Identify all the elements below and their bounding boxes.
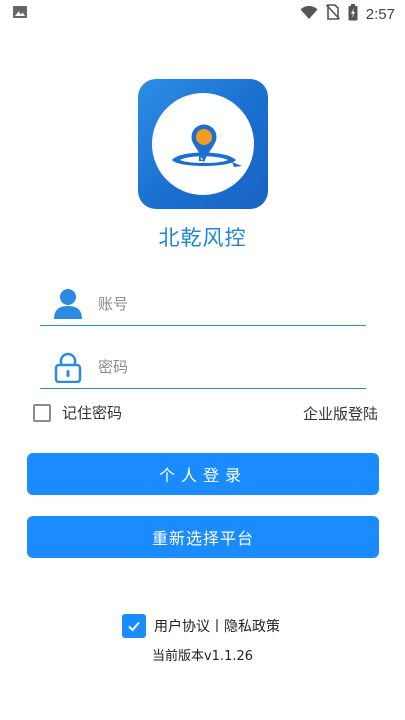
switch-platform-button[interactable]: 重新选择平台 — [27, 516, 379, 558]
agreement-text[interactable]: 用户协议丨隐私政策 — [154, 616, 280, 636]
battery-icon — [348, 3, 358, 25]
agreement-row: 用户协议丨隐私政策 — [122, 614, 280, 638]
status-time: 2:57 — [365, 5, 395, 23]
password-input[interactable] — [98, 357, 318, 376]
account-input[interactable] — [98, 294, 318, 313]
check-icon — [128, 621, 140, 632]
logo-circle: B — [152, 93, 254, 195]
version-text: 当前版本v1.1.26 — [151, 649, 254, 664]
remember-label[interactable]: 记住密码 — [62, 402, 122, 423]
remember-password[interactable]: 记住密码 — [33, 402, 122, 423]
status-bar: 2:57 — [0, 0, 405, 28]
enterprise-login-link[interactable]: 企业版登陆 — [303, 403, 378, 424]
user-icon — [48, 284, 88, 324]
location-pin-icon — [172, 124, 242, 167]
account-field — [40, 282, 366, 326]
app-name: 北乾风控 — [158, 226, 247, 250]
password-field — [40, 345, 366, 389]
lock-icon — [48, 347, 88, 387]
agreement-checkbox[interactable] — [122, 614, 146, 638]
personal-login-button[interactable]: 个人登录 — [27, 453, 379, 495]
wifi-icon — [300, 5, 318, 24]
app-logo: B — [138, 79, 268, 209]
remember-checkbox[interactable] — [33, 403, 51, 422]
image-icon — [12, 4, 28, 24]
no-sim-icon — [325, 4, 340, 24]
logo-letter: B — [198, 153, 206, 164]
